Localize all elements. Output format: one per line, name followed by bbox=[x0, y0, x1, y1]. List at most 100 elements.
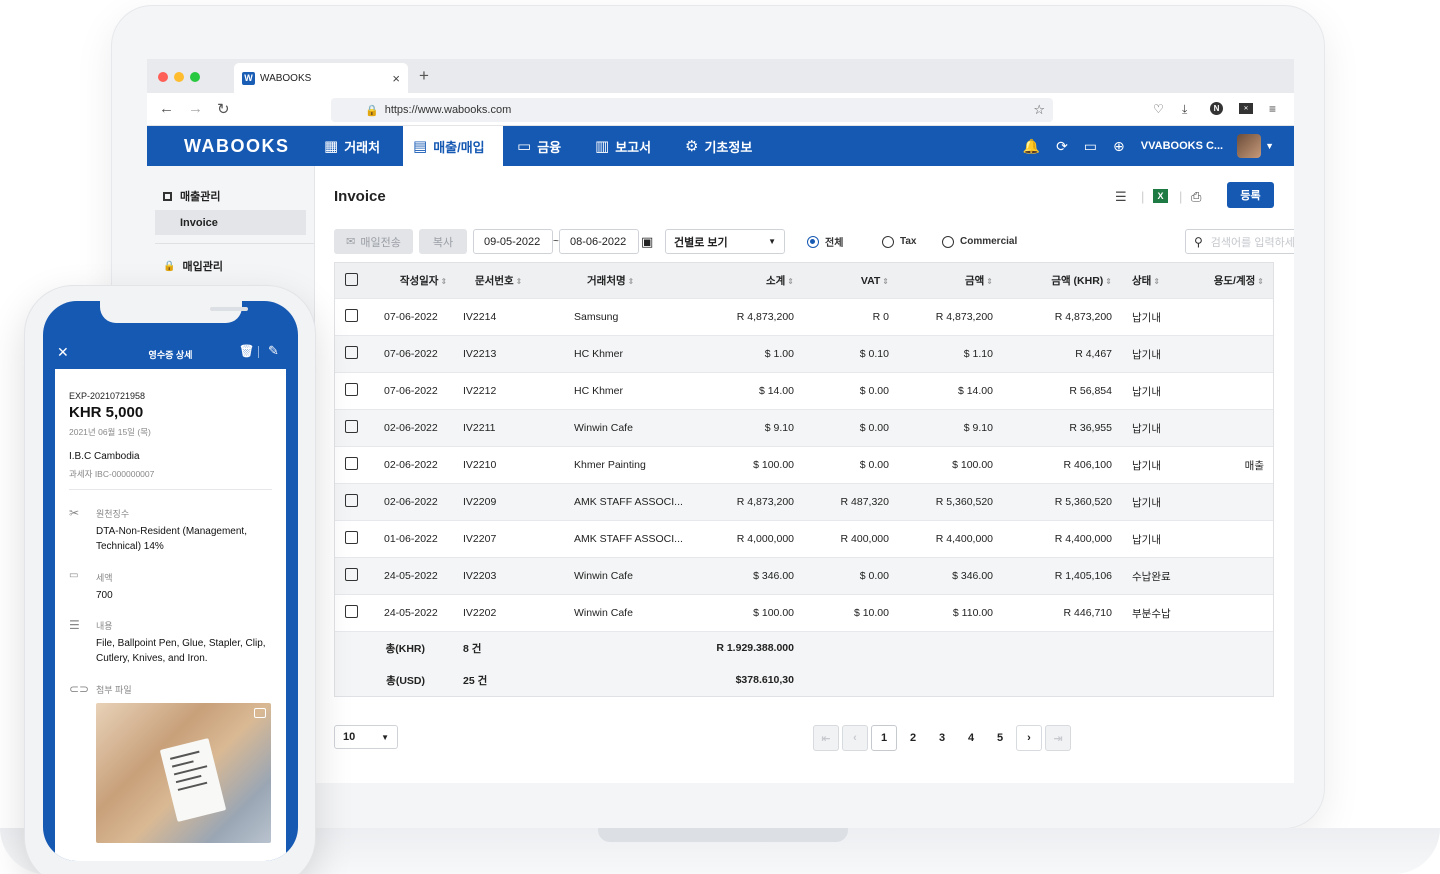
table-row[interactable]: 01-06-2022 IV2207 AMK STAFF ASSOCI... R 4,0… bbox=[335, 521, 1273, 558]
prev-page-button[interactable]: ‹ bbox=[842, 725, 868, 751]
row-vat: R 487,320 bbox=[840, 496, 889, 508]
header-partner[interactable]: 거래처명 ⇕ bbox=[574, 273, 714, 288]
bookmark-star-icon[interactable]: ☆ bbox=[1033, 102, 1045, 118]
first-page-button[interactable]: ⇤ bbox=[813, 725, 839, 751]
menu-finance[interactable]: ▭ 금융 bbox=[517, 126, 561, 166]
header-amount[interactable]: 금액 ⇕ bbox=[889, 273, 993, 288]
view-mode-select[interactable]: 건별로 보기 ▼ bbox=[665, 229, 785, 254]
register-button[interactable]: 등록 bbox=[1227, 182, 1274, 208]
page-2-button[interactable]: 2 bbox=[900, 725, 926, 751]
monitor-icon[interactable]: ▭ bbox=[1084, 138, 1097, 155]
table-row[interactable]: 07-06-2022 IV2213 HC Khmer $ 1.00 $ 0.10 $ 1.… bbox=[335, 336, 1273, 373]
reload-icon[interactable]: ↻ bbox=[217, 100, 230, 118]
bell-icon[interactable]: 🔔 bbox=[1023, 138, 1040, 155]
table-row[interactable]: 24-05-2022 IV2202 Winwin Cafe $ 100.00 $ 10.… bbox=[335, 595, 1273, 632]
row-checkbox[interactable] bbox=[335, 383, 384, 399]
extension-box-icon[interactable]: ✕ bbox=[1239, 103, 1253, 114]
row-checkbox[interactable] bbox=[335, 346, 384, 362]
sidebar-item-invoice[interactable]: Invoice bbox=[155, 210, 306, 235]
menu-partners[interactable]: ▦ 거래처 bbox=[324, 126, 380, 166]
print-icon[interactable]: ⎙ bbox=[1191, 189, 1201, 205]
excel-icon[interactable]: X bbox=[1153, 189, 1168, 203]
sidebar-section-purchase[interactable]: 🔒 매입관리 bbox=[163, 258, 223, 274]
row-checkbox[interactable] bbox=[335, 531, 384, 547]
table-row[interactable]: 02-06-2022 IV2210 Khmer Painting $ 100.00 $ … bbox=[335, 447, 1273, 484]
last-page-button[interactable]: ⇥ bbox=[1045, 725, 1071, 751]
pocket-icon[interactable]: ♡ bbox=[1153, 102, 1164, 116]
page-5-button[interactable]: 5 bbox=[987, 725, 1013, 751]
url-bar[interactable]: 🔒 https://www.wabooks.com ☆ bbox=[331, 98, 1053, 122]
company-selector[interactable]: VVABOOKS C... bbox=[1141, 140, 1223, 152]
sidebar-section-sales[interactable]: 매출관리 bbox=[163, 188, 220, 204]
table-row[interactable]: 07-06-2022 IV2212 HC Khmer $ 14.00 $ 0.00 $ 1… bbox=[335, 373, 1273, 410]
table-row[interactable]: 02-06-2022 IV2211 Winwin Cafe $ 9.10 $ 0.00 $… bbox=[335, 410, 1273, 447]
row-checkbox[interactable] bbox=[335, 605, 384, 621]
window-zoom-dot[interactable] bbox=[190, 72, 200, 82]
back-icon[interactable]: ← bbox=[159, 100, 174, 117]
new-tab-button[interactable]: + bbox=[419, 66, 429, 86]
row-checkbox[interactable] bbox=[335, 494, 384, 510]
row-date: 02-06-2022 bbox=[384, 422, 438, 434]
page-size-select[interactable]: 10 ▼ bbox=[334, 725, 398, 749]
wabooks-logo[interactable]: WABOOKS bbox=[184, 136, 290, 157]
row-vat: R 400,000 bbox=[840, 533, 889, 545]
row-checkbox[interactable] bbox=[335, 309, 384, 325]
header-subtotal[interactable]: 소계 ⇕ bbox=[714, 273, 794, 288]
window-minimize-dot[interactable] bbox=[174, 72, 184, 82]
browser-tab[interactable]: W WABOOKS × bbox=[234, 63, 408, 93]
page-numbers: 12345 bbox=[871, 725, 1016, 751]
trash-icon[interactable]: 🗑 bbox=[239, 344, 254, 358]
header-doc-no[interactable]: 문서번호 ⇕ bbox=[463, 273, 574, 288]
row-checkbox[interactable] bbox=[335, 568, 384, 584]
row-partner: HC Khmer bbox=[574, 385, 624, 397]
hamburger-menu-icon[interactable]: ≡ bbox=[1269, 102, 1276, 116]
search-input[interactable]: ⚲ 검색어를 입력하세요. bbox=[1185, 229, 1294, 254]
tab-close-icon[interactable]: × bbox=[392, 71, 400, 86]
date-to-input[interactable]: 08-06-2022 bbox=[559, 229, 639, 254]
header-status[interactable]: 상태 ⇕ bbox=[1112, 273, 1192, 288]
forward-icon[interactable]: → bbox=[188, 100, 203, 117]
send-email-button[interactable]: ✉ 매일전송 bbox=[334, 229, 413, 254]
table-row[interactable]: 07-06-2022 IV2214 Samsung R 4,873,200 R 0 R 4… bbox=[335, 299, 1273, 336]
next-page-button[interactable]: › bbox=[1016, 725, 1042, 751]
calendar-icon[interactable]: ▣ bbox=[641, 229, 653, 254]
menu-basic-info[interactable]: ⚙ 기초정보 bbox=[685, 126, 752, 166]
download-icon[interactable]: ⤓ bbox=[1182, 102, 1187, 117]
chevron-down-icon[interactable]: ▼ bbox=[1265, 141, 1274, 151]
lock-icon: 🔒 bbox=[365, 104, 379, 117]
row-checkbox[interactable] bbox=[335, 457, 384, 473]
globe-icon[interactable]: ⊕ bbox=[1113, 138, 1125, 155]
select-all-checkbox[interactable] bbox=[335, 272, 384, 289]
page-3-button[interactable]: 3 bbox=[929, 725, 955, 751]
page-4-button[interactable]: 4 bbox=[958, 725, 984, 751]
header-amount-khr[interactable]: 금액 (KHR) ⇕ bbox=[993, 273, 1112, 288]
phone-screen: ✕ 영수증 상세 🗑 ✎ EXP-20210721958 KHR 5,000 2… bbox=[43, 301, 298, 861]
list-view-icon[interactable]: ☰ bbox=[1115, 189, 1127, 205]
search-icon: ⚲ bbox=[1194, 234, 1203, 249]
radio-all[interactable]: 전체 bbox=[807, 229, 843, 254]
edit-icon[interactable]: ✎ bbox=[268, 343, 279, 359]
attachment-photo[interactable] bbox=[96, 703, 271, 843]
row-checkbox[interactable] bbox=[335, 420, 384, 436]
row-doc-no: IV2209 bbox=[463, 496, 497, 508]
row-date: 02-06-2022 bbox=[384, 459, 438, 471]
copy-button[interactable]: 복사 bbox=[419, 229, 467, 254]
header-date[interactable]: 작성일자 ⇕ bbox=[384, 273, 463, 288]
radio-commercial[interactable]: Commercial bbox=[942, 229, 1017, 254]
radio-tax[interactable]: Tax bbox=[882, 229, 917, 254]
table-row[interactable]: 24-05-2022 IV2203 Winwin Cafe $ 346.00 $ 0.0… bbox=[335, 558, 1273, 595]
window-close-dot[interactable] bbox=[158, 72, 168, 82]
row-partner: AMK STAFF ASSOCI... bbox=[574, 496, 683, 508]
card-icon: ▭ bbox=[517, 138, 532, 155]
menu-sales-purchase[interactable]: ▤ 매출/매입 bbox=[403, 126, 503, 166]
avatar[interactable] bbox=[1237, 134, 1262, 158]
menu-reports[interactable]: ▥ 보고서 bbox=[595, 126, 651, 166]
header-account[interactable]: 용도/계정 ⇕ bbox=[1192, 273, 1274, 288]
table-row[interactable]: 02-06-2022 IV2209 AMK STAFF ASSOCI... R 4,8… bbox=[335, 484, 1273, 521]
date-from-input[interactable]: 09-05-2022 bbox=[473, 229, 553, 254]
header-vat[interactable]: VAT ⇕ bbox=[794, 275, 889, 287]
page-1-button[interactable]: 1 bbox=[871, 725, 897, 751]
extension-n-icon[interactable]: N bbox=[1210, 102, 1223, 115]
sync-icon[interactable]: ⟳ bbox=[1056, 138, 1068, 155]
gallery-icon[interactable] bbox=[254, 708, 266, 718]
